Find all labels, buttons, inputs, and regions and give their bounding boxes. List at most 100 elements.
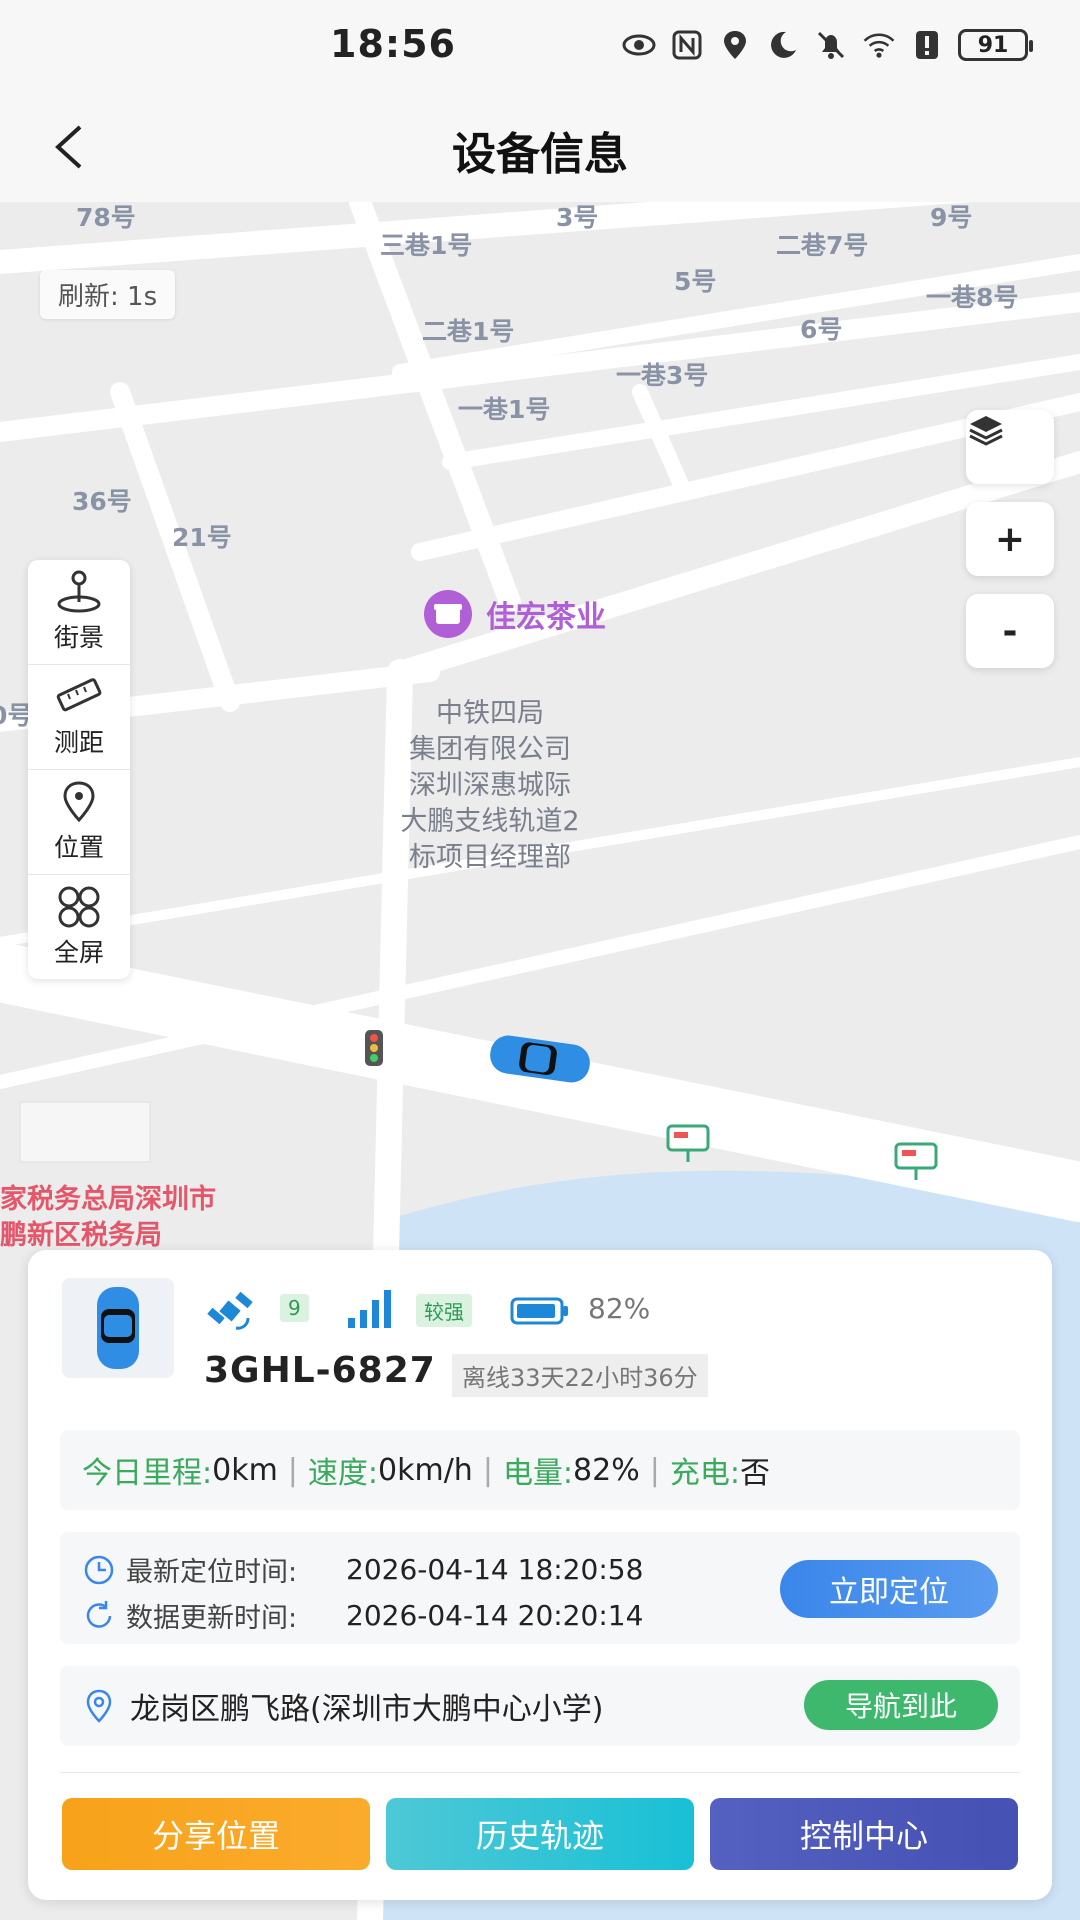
street-label: 二巷1号 [422, 317, 515, 346]
tax-line: 鹏新区税务局 [0, 1220, 162, 1251]
ruler-icon [56, 678, 102, 712]
divider [60, 1772, 1020, 1773]
bus-stop-icon [894, 1142, 938, 1180]
locate-now-button[interactable]: 立即定位 [780, 1560, 998, 1618]
control-center-button[interactable]: 控制中心 [710, 1798, 1018, 1870]
tax-line: 家税务总局深圳市 [0, 1184, 216, 1215]
street-label: 一巷3号 [616, 361, 709, 390]
tool-label: 测距 [53, 728, 104, 757]
address-pin-icon [86, 1689, 112, 1723]
shop-poi-icon[interactable] [422, 588, 474, 640]
vehicle-plate: 3GHL-6827 [204, 1350, 436, 1391]
street-label: 36号 [72, 487, 132, 516]
poi-line: 大鹏支线轨道2 [400, 806, 580, 837]
street-label: 一巷1号 [458, 395, 551, 424]
status-icons: 91 [622, 28, 1033, 62]
mute-bell-icon [817, 31, 845, 59]
divider: | [649, 1452, 660, 1488]
status-bar: 18:56 91 [0, 0, 1080, 96]
bus-stop-icon [666, 1124, 710, 1162]
moon-icon [771, 31, 796, 58]
street-label: 9号 [930, 203, 973, 232]
poi-line: 集团有限公司 [409, 734, 571, 765]
app-header: 设备信息 [0, 96, 1080, 202]
tool-label: 位置 [53, 833, 104, 862]
poi-line: 标项目经理部 [409, 842, 571, 873]
battery-icon [510, 1297, 568, 1325]
tool-label: 街景 [53, 623, 104, 652]
page-title: 设备信息 [452, 129, 628, 180]
street-label: 21号 [172, 523, 232, 552]
stat-value: 0km [212, 1452, 278, 1488]
satellite-icon [207, 1291, 253, 1330]
refresh-icon [86, 1600, 112, 1628]
stat-value: 0km/h [378, 1452, 473, 1488]
stats-row: 今日里程: 0km | 速度: 0km/h | 电量: 82% | 充电: 否 [60, 1430, 1020, 1510]
street-label: 三巷1号 [380, 231, 473, 260]
satellite-count-badge: 9 [280, 1294, 309, 1322]
street-label: 78号 [76, 203, 136, 232]
vehicle-marker-icon[interactable] [486, 1032, 594, 1086]
update-time-value: 2026-04-14 20:20:14 [346, 1599, 644, 1632]
street-view-icon [57, 570, 101, 613]
address-text: 龙岗区鹏飞路(深圳市大鹏中心小学) [130, 1692, 604, 1727]
traffic-light-icon [365, 1030, 383, 1066]
street-label: 一巷8号 [926, 283, 1019, 312]
tool-fullscreen[interactable]: 全屏 [28, 875, 130, 979]
eye-icon [622, 34, 656, 56]
poi-block-label: 中铁四局 集团有限公司 深圳深惠城际 大鹏支线轨道2 标项目经理部 [370, 696, 610, 876]
tool-label: 全屏 [53, 938, 104, 967]
signal-strength-badge: 较强 [416, 1294, 472, 1327]
navigate-here-button[interactable]: 导航到此 [804, 1680, 998, 1730]
zoom-out-button[interactable]: - [966, 594, 1054, 668]
tax-office-label: 家税务总局深圳市 鹏新区税务局 [0, 1182, 216, 1254]
poi-line: 中铁四局 [436, 698, 544, 729]
stat-key: 速度: [307, 1456, 379, 1491]
poi-line: 深圳深惠城际 [409, 770, 571, 801]
location-time-label: 最新定位时间: [126, 1557, 298, 1588]
stat-key: 今日里程: [82, 1456, 213, 1491]
wifi-icon [863, 33, 895, 58]
street-label: 3号 [556, 203, 599, 232]
location-time-value: 2026-04-14 18:20:58 [346, 1553, 644, 1586]
tool-measure[interactable]: 测距 [28, 665, 130, 770]
stat-value: 否 [739, 1456, 770, 1491]
stat-value: 82% [573, 1452, 640, 1488]
tool-location[interactable]: 位置 [28, 770, 130, 875]
time-info-row: 最新定位时间: 2026-04-14 18:20:58 数据更新时间: 2026… [60, 1532, 1020, 1644]
location-pin-icon [63, 781, 95, 823]
battery-indicator: 91 [958, 29, 1033, 61]
street-label: 二巷7号 [776, 231, 869, 260]
clock-icon [84, 1555, 114, 1584]
signal-icon [348, 1290, 391, 1328]
stat-key: 电量: [502, 1456, 574, 1491]
battery-percent: 82% [588, 1292, 651, 1325]
car-icon [97, 1287, 139, 1369]
address-row: 龙岗区鹏飞路(深圳市大鹏中心小学) 导航到此 [60, 1666, 1020, 1746]
device-info-card: 9 较强 82% 3GHL-6827 离线33天22小时36分 今日里程: 0km… [28, 1250, 1052, 1900]
poi-name[interactable]: 佳宏茶业 [486, 592, 606, 636]
fullscreen-icon [58, 886, 100, 928]
update-time-label: 数据更新时间: [126, 1603, 298, 1634]
street-label: 5号 [674, 267, 717, 296]
alert-icon [916, 31, 938, 59]
map-tool-panel: 街景 测距 位置 全屏 [28, 560, 130, 979]
divider: | [482, 1452, 493, 1488]
offline-duration: 离线33天22小时36分 [452, 1354, 708, 1397]
street-label: 6号 [800, 315, 843, 344]
refresh-interval-label: 刷新: 1s [40, 270, 176, 319]
layers-icon [969, 416, 1003, 446]
nfc-icon [672, 30, 702, 60]
update-time-line: 数据更新时间: 2026-04-14 20:20:14 [82, 1596, 643, 1635]
share-location-button[interactable]: 分享位置 [62, 1798, 370, 1870]
status-time: 18:56 [330, 22, 456, 66]
map-layers-button[interactable] [966, 410, 1054, 484]
tool-street-view[interactable]: 街景 [28, 560, 130, 665]
zoom-in-button[interactable]: + [966, 502, 1054, 576]
location-icon [724, 31, 746, 59]
history-track-button[interactable]: 历史轨迹 [386, 1798, 694, 1870]
stat-key: 充电: [669, 1456, 740, 1491]
location-time-line: 最新定位时间: 2026-04-14 18:20:58 [82, 1550, 643, 1589]
divider: | [287, 1452, 298, 1488]
vehicle-thumbnail [62, 1278, 174, 1378]
